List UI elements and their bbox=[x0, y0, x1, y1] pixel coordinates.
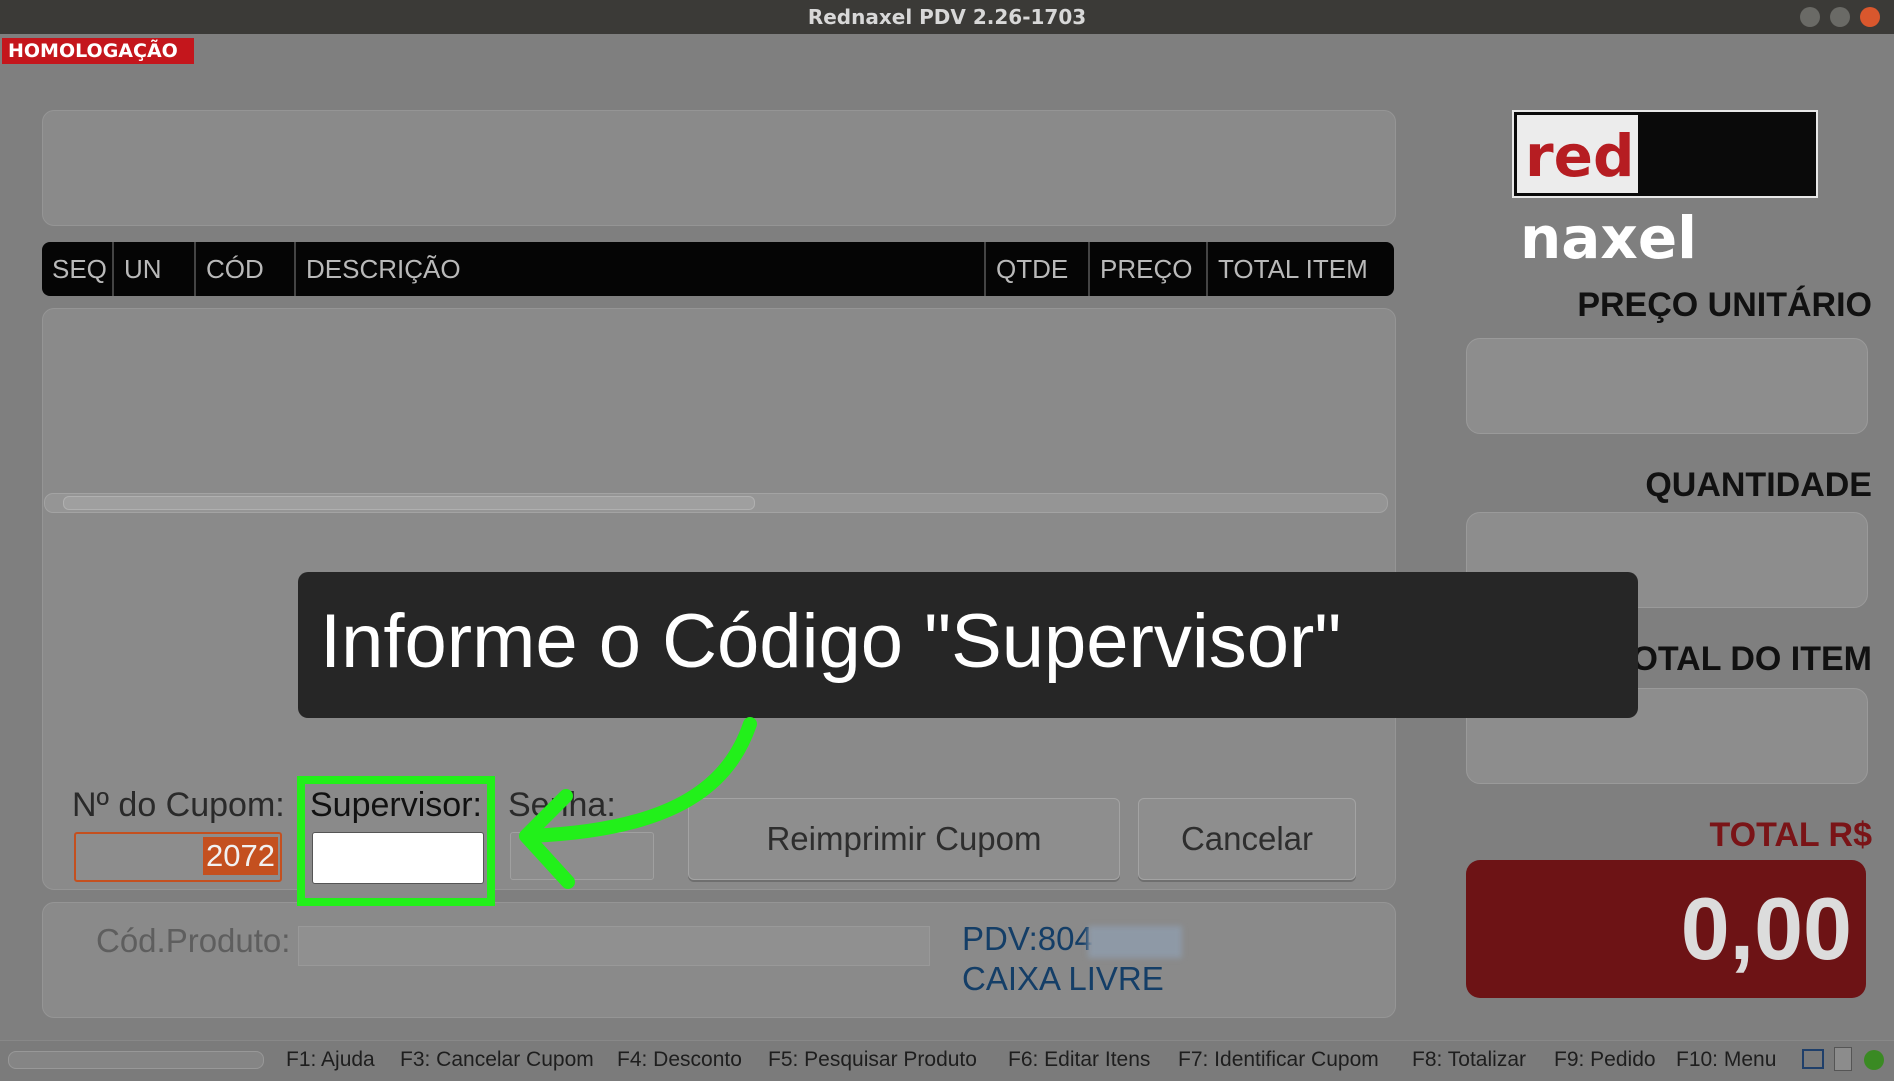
logo-red-text: red bbox=[1517, 115, 1639, 193]
pdv-number: PDV:804 bbox=[962, 920, 1093, 957]
fkey-discount[interactable]: F4: Desconto bbox=[617, 1041, 742, 1079]
product-info-panel bbox=[42, 110, 1396, 226]
supervisor-input[interactable] bbox=[312, 832, 484, 884]
column-cod[interactable]: CÓD bbox=[196, 242, 296, 296]
window-titlebar: Rednaxel PDV 2.26-1703 bbox=[0, 0, 1894, 34]
total-label: TOTAL R$ bbox=[1709, 816, 1872, 854]
window-icon bbox=[1802, 1049, 1824, 1069]
rednaxel-logo: red naxel bbox=[1512, 110, 1818, 272]
window-title: Rednaxel PDV 2.26-1703 bbox=[807, 5, 1087, 29]
coupon-number-label: Nº do Cupom: bbox=[72, 786, 285, 824]
item-total-label: TOTAL DO ITEM bbox=[1611, 640, 1872, 678]
register-status: CAIXA LIVRE bbox=[962, 960, 1164, 997]
supervisor-label: Supervisor: bbox=[310, 786, 482, 824]
column-descricao[interactable]: DESCRIÇÃO bbox=[296, 242, 986, 296]
column-preco[interactable]: PREÇO bbox=[1090, 242, 1208, 296]
instruction-banner: Informe o Código "Supervisor" bbox=[298, 572, 1638, 718]
fkey-menu[interactable]: F10: Menu bbox=[1676, 1041, 1776, 1079]
column-un[interactable]: UN bbox=[114, 242, 196, 296]
product-code-label: Cód.Produto: bbox=[96, 922, 291, 959]
total-display: 0,00 bbox=[1466, 860, 1866, 998]
close-window-icon[interactable] bbox=[1860, 7, 1880, 27]
instruction-text: Informe o Código "Supervisor" bbox=[320, 599, 1342, 684]
quantity-label: QUANTIDADE bbox=[1645, 466, 1872, 504]
progress-bar bbox=[8, 1051, 264, 1069]
unit-price-display bbox=[1466, 338, 1868, 434]
total-value: 0,00 bbox=[1680, 879, 1852, 978]
connection-ok-icon bbox=[1864, 1050, 1884, 1070]
fkey-cancel-coupon[interactable]: F3: Cancelar Cupom bbox=[400, 1041, 594, 1079]
items-grid-header: SEQ UN CÓD DESCRIÇÃO QTDE PREÇO TOTAL IT… bbox=[42, 242, 1394, 296]
maximize-window-icon[interactable] bbox=[1830, 7, 1850, 27]
scrollbar-thumb[interactable] bbox=[63, 496, 755, 510]
column-total-item[interactable]: TOTAL ITEM bbox=[1208, 242, 1394, 296]
function-keys-bar: F1: Ajuda F3: Cancelar Cupom F4: Descont… bbox=[0, 1040, 1894, 1081]
fkey-totalize[interactable]: F8: Totalizar bbox=[1412, 1041, 1526, 1079]
product-code-input[interactable] bbox=[298, 926, 930, 966]
fkey-edit-items[interactable]: F6: Editar Itens bbox=[1008, 1041, 1150, 1079]
fkey-order[interactable]: F9: Pedido bbox=[1554, 1041, 1656, 1079]
coupon-number-value: 2072 bbox=[203, 837, 278, 875]
logo-white-text: naxel bbox=[1520, 204, 1698, 272]
column-seq[interactable]: SEQ bbox=[42, 242, 114, 296]
unit-price-label: PREÇO UNITÁRIO bbox=[1577, 286, 1872, 324]
cancel-button[interactable]: Cancelar bbox=[1138, 798, 1356, 880]
fkey-help[interactable]: F1: Ajuda bbox=[286, 1041, 375, 1079]
environment-badge: HOMOLOGAÇÃO bbox=[2, 38, 194, 64]
pointer-arrow-icon bbox=[519, 717, 757, 889]
blurred-operator-name bbox=[1088, 926, 1182, 958]
minimize-window-icon[interactable] bbox=[1800, 7, 1820, 27]
grid-horizontal-scrollbar[interactable] bbox=[44, 493, 1388, 513]
arrow-curve bbox=[523, 717, 757, 843]
fkey-identify-coupon[interactable]: F7: Identificar Cupom bbox=[1178, 1041, 1379, 1079]
fkey-search-product[interactable]: F5: Pesquisar Produto bbox=[768, 1041, 977, 1079]
document-icon bbox=[1834, 1047, 1852, 1071]
column-qtde[interactable]: QTDE bbox=[986, 242, 1090, 296]
coupon-number-field[interactable]: 2072 bbox=[74, 832, 282, 882]
